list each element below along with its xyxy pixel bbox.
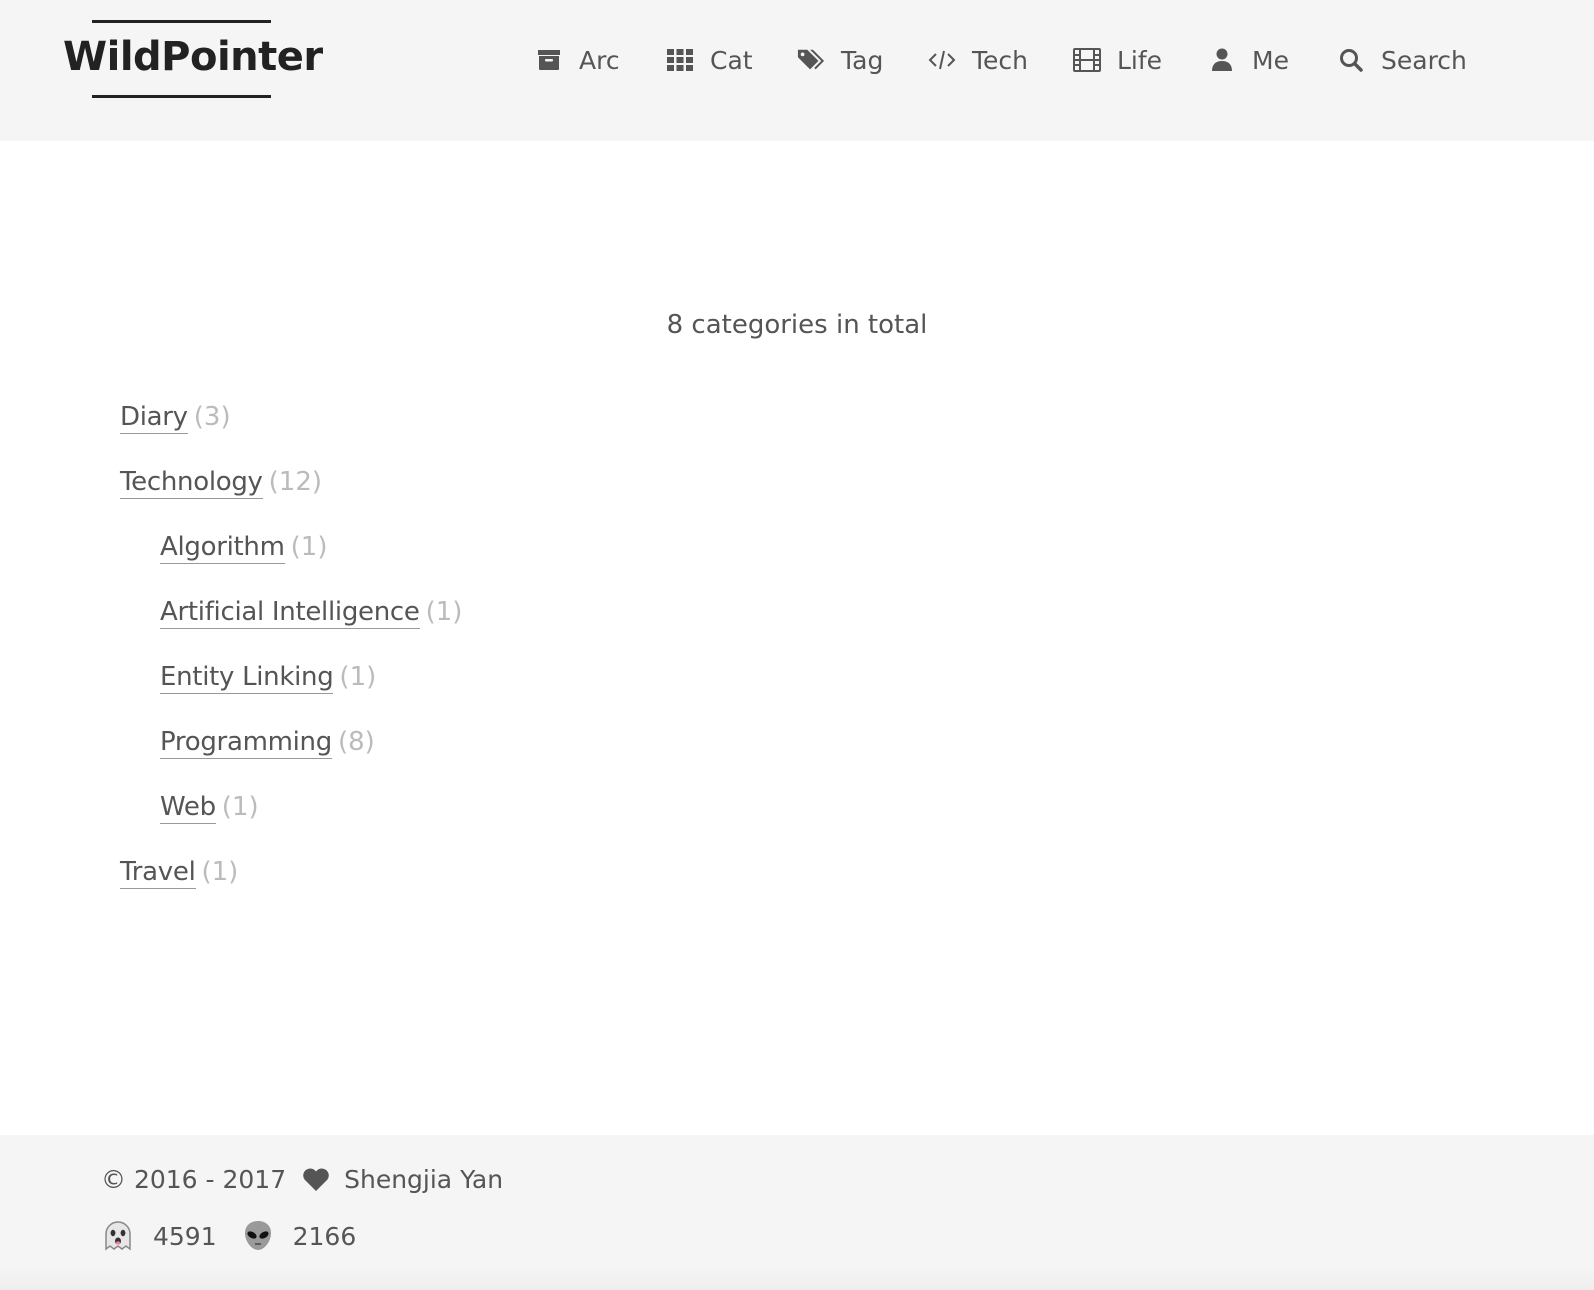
view-count: 2166 [292,1221,357,1251]
category-count: (1) [425,597,463,627]
category-item-technology: Technology (12) [120,467,322,507]
site-title[interactable]: WildPointer [63,34,323,80]
footer-stats: 4591 2166 [101,1219,356,1253]
code-icon [928,46,956,74]
ghost-icon [101,1219,135,1253]
category-link[interactable]: Algorithm [160,532,285,564]
nav-item-life[interactable]: Life [1073,40,1162,80]
category-item-web: Web (1) [160,792,259,832]
category-link[interactable]: Web [160,792,216,824]
nav-label: Tag [841,45,884,75]
nav-label: Me [1252,45,1289,75]
category-item-diary: Diary (3) [120,402,231,442]
category-count: (12) [268,467,323,497]
nav-label: Arc [579,45,620,75]
category-link[interactable]: Entity Linking [160,662,334,694]
category-count: (1) [221,792,259,822]
brand-line-top [92,20,271,23]
site-footer: © 2016 - 2017 Shengjia Yan 4591 2166 [0,1135,1594,1290]
category-item-artificial-intelligence: Artificial Intelligence (1) [160,597,462,637]
category-count: (1) [201,857,239,887]
category-item-entity-linking: Entity Linking (1) [160,662,376,702]
archive-icon [535,46,563,74]
nav-item-me[interactable]: Me [1208,40,1289,80]
category-count: (1) [339,662,377,692]
tags-icon [797,46,825,74]
site-brand[interactable]: WildPointer [63,20,323,99]
site-header: WildPointer Arc Cat Tag Tech Life Me Sea… [0,0,1594,141]
category-item-programming: Programming (8) [160,727,375,767]
category-link[interactable]: Technology [120,467,263,499]
nav-label: Cat [710,45,753,75]
grid-icon [666,46,694,74]
category-count: (8) [337,727,375,757]
nav-item-cat[interactable]: Cat [666,40,753,80]
footer-copyright: © 2016 - 2017 Shengjia Yan [101,1165,503,1194]
nav-item-arc[interactable]: Arc [535,40,620,80]
visitor-count: 4591 [153,1221,217,1251]
heart-icon [302,1167,330,1192]
nav-label: Life [1117,45,1163,75]
film-icon [1073,46,1101,74]
category-link[interactable]: Programming [160,727,332,759]
nav-item-tech[interactable]: Tech [928,40,1028,80]
copyright-text: © 2016 - 2017 [101,1165,287,1194]
category-item-travel: Travel (1) [120,857,238,897]
category-count: (3) [193,402,231,432]
category-item-algorithm: Algorithm (1) [160,532,327,572]
nav-label: Search [1381,45,1467,75]
category-link[interactable]: Artificial Intelligence [160,597,420,629]
alien-icon [241,1219,275,1253]
nav-item-tag[interactable]: Tag [797,40,883,80]
category-count-title: 8 categories in total [666,310,928,340]
category-count: (1) [290,532,328,562]
author-name[interactable]: Shengjia Yan [344,1165,503,1194]
user-icon [1208,46,1236,74]
category-link[interactable]: Diary [120,402,188,434]
search-icon [1337,46,1365,74]
nav-item-search[interactable]: Search [1337,40,1467,80]
brand-line-bottom [92,95,271,98]
nav-label: Tech [972,45,1028,75]
category-link[interactable]: Travel [120,857,196,889]
